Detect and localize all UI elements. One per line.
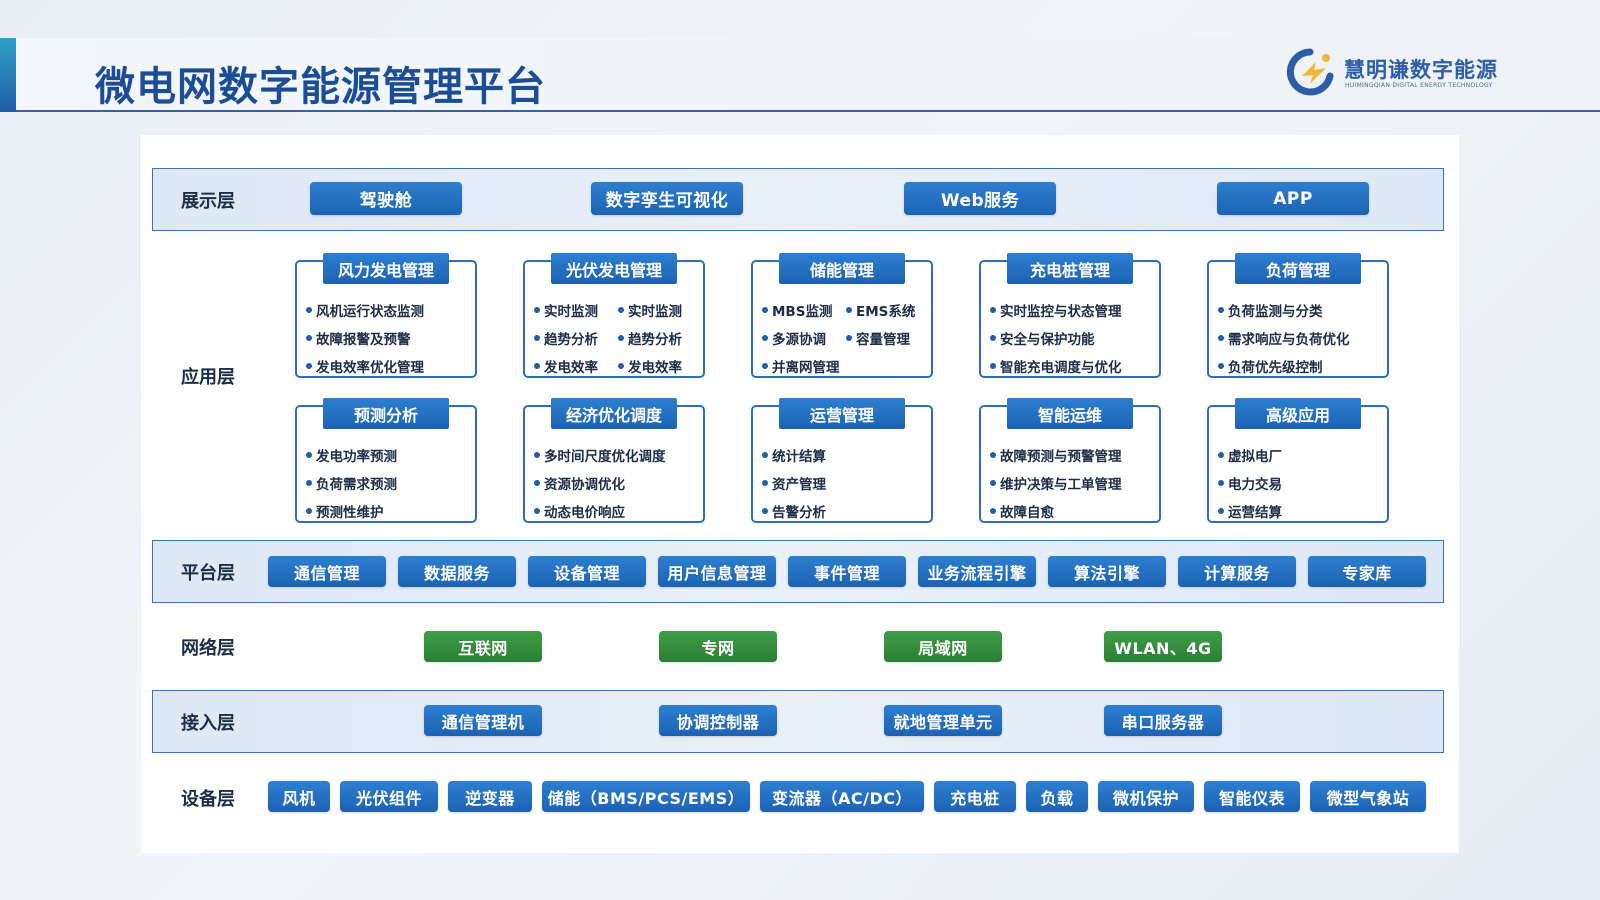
brand-name-en: HUIMINGQIAN DIGITAL ENERGY TECHNOLOGY [1345,82,1493,89]
module-title: 高级应用 [1235,398,1361,429]
list-item: 故障自愈 [990,497,1158,525]
list-item: 智能充电调度与优化 [990,352,1158,380]
list-item: 需求响应与负荷优化 [1218,324,1386,352]
device-item: 风机 [268,781,330,812]
header-accent [0,38,16,112]
module-operations: 运营管理 统计结算 资产管理 告警分析 [751,398,933,525]
module-title: 充电桩管理 [1007,253,1133,284]
device-item: 负载 [1026,781,1088,812]
brand-logo-icon [1286,48,1334,96]
device-item: 充电桩 [934,781,1016,812]
device-item: 储能（BMS/PCS/EMS） [542,781,750,812]
list-item: 并离网管理 [762,352,930,380]
device-item: 智能仪表 [1204,781,1300,812]
list-item: 多源协调 容量管理 [762,324,930,352]
module-title: 储能管理 [779,253,905,284]
list-item: 虚拟电厂 [1218,441,1386,469]
list-item: 告警分析 [762,497,930,525]
list-item: 电力交易 [1218,469,1386,497]
list-item: 发电功率预测 [306,441,474,469]
platform-item: 算法引擎 [1048,556,1166,587]
network-item: 互联网 [424,631,542,662]
list-item: 维护决策与工单管理 [990,469,1158,497]
module-load: 负荷管理 负荷监测与分类 需求响应与负荷优化 负荷优先级控制 [1207,253,1389,380]
module-smart-maintenance: 智能运维 故障预测与预警管理 维护决策与工单管理 故障自愈 [979,398,1161,525]
application-layer-label: 应用层 [181,367,235,388]
platform-item: 专家库 [1308,556,1426,587]
device-item: 变流器（AC/DC） [760,781,924,812]
module-wind-power: 风力发电管理 风机运行状态监测 故障报警及预警 发电效率优化管理 [295,253,477,380]
list-item: 风机运行状态监测 [306,296,474,324]
module-title: 运营管理 [779,398,905,429]
page-title: 微电网数字能源管理平台 [95,64,546,110]
list-item: 实时监测 实时监测 [534,296,702,324]
module-title: 经济优化调度 [551,398,677,429]
platform-item: 数据服务 [398,556,516,587]
platform-item: 事件管理 [788,556,906,587]
architecture-diagram: 展示层 驾驶舱 数字孪生可视化 Web服务 APP 应用层 风力发电管理 风机运… [141,135,1459,853]
list-item: 实时监控与状态管理 [990,296,1158,324]
list-item: 负荷监测与分类 [1218,296,1386,324]
module-title: 负荷管理 [1235,253,1361,284]
platform-item: 业务流程引擎 [918,556,1036,587]
list-item: 统计结算 [762,441,930,469]
module-energy-storage: 储能管理 MBS监测 EMS系统 多源协调 容量管理 并离网管理 [751,253,933,380]
list-item: 运营结算 [1218,497,1386,525]
display-layer-label: 展示层 [181,191,235,212]
access-item: 通信管理机 [424,705,542,736]
brand-logo: 慧明谦数字能源 HUIMINGQIAN DIGITAL ENERGY TECHN… [1280,46,1512,96]
platform-item: 通信管理 [268,556,386,587]
platform-item: 计算服务 [1178,556,1296,587]
access-item: 协调控制器 [659,705,777,736]
module-title: 智能运维 [1007,398,1133,429]
device-item: 光伏组件 [340,781,438,812]
list-item: 发电效率优化管理 [306,352,474,380]
list-item: 多时间尺度优化调度 [534,441,702,469]
access-layer-band [152,690,1444,753]
module-title: 预测分析 [323,398,449,429]
platform-item: 用户信息管理 [658,556,776,587]
device-layer-label: 设备层 [181,789,235,810]
display-item-web-service: Web服务 [904,182,1056,215]
list-item: 资产管理 [762,469,930,497]
module-title: 光伏发电管理 [551,253,677,284]
list-item: 预测性维护 [306,497,474,525]
network-item: WLAN、4G [1104,631,1222,662]
platform-item: 设备管理 [528,556,646,587]
network-item: 局域网 [884,631,1002,662]
list-item: 发电效率 发电效率 [534,352,702,380]
access-layer-label: 接入层 [181,713,235,734]
list-item: 趋势分析 趋势分析 [534,324,702,352]
module-title: 风力发电管理 [323,253,449,284]
device-item: 微型气象站 [1310,781,1426,812]
list-item: 安全与保护功能 [990,324,1158,352]
list-item: 动态电价响应 [534,497,702,525]
module-forecast: 预测分析 发电功率预测 负荷需求预测 预测性维护 [295,398,477,525]
device-item: 微机保护 [1098,781,1194,812]
header-bar: 微电网数字能源管理平台 慧明谦数字能源 HUIMINGQIAN DIGITAL … [0,38,1600,112]
display-item-app: APP [1217,182,1369,215]
display-item-cockpit: 驾驶舱 [310,182,462,215]
device-item: 逆变器 [448,781,532,812]
network-layer-label: 网络层 [181,638,235,659]
brand-name: 慧明谦数字能源 [1344,58,1498,82]
list-item: 资源协调优化 [534,469,702,497]
network-item: 专网 [659,631,777,662]
access-item: 串口服务器 [1104,705,1222,736]
module-economic-dispatch: 经济优化调度 多时间尺度优化调度 资源协调优化 动态电价响应 [523,398,705,525]
list-item: MBS监测 EMS系统 [762,296,930,324]
list-item: 故障报警及预警 [306,324,474,352]
list-item: 故障预测与预警管理 [990,441,1158,469]
access-item: 就地管理单元 [884,705,1002,736]
list-item: 负荷优先级控制 [1218,352,1386,380]
list-item: 负荷需求预测 [306,469,474,497]
platform-layer-label: 平台层 [181,563,235,584]
display-item-digital-twin: 数字孪生可视化 [591,182,743,215]
module-pv-power: 光伏发电管理 实时监测 实时监测 趋势分析 趋势分析 发电效率 发电效率 [523,253,705,380]
module-charging-pile: 充电桩管理 实时监控与状态管理 安全与保护功能 智能充电调度与优化 [979,253,1161,380]
module-advanced-apps: 高级应用 虚拟电厂 电力交易 运营结算 [1207,398,1389,525]
